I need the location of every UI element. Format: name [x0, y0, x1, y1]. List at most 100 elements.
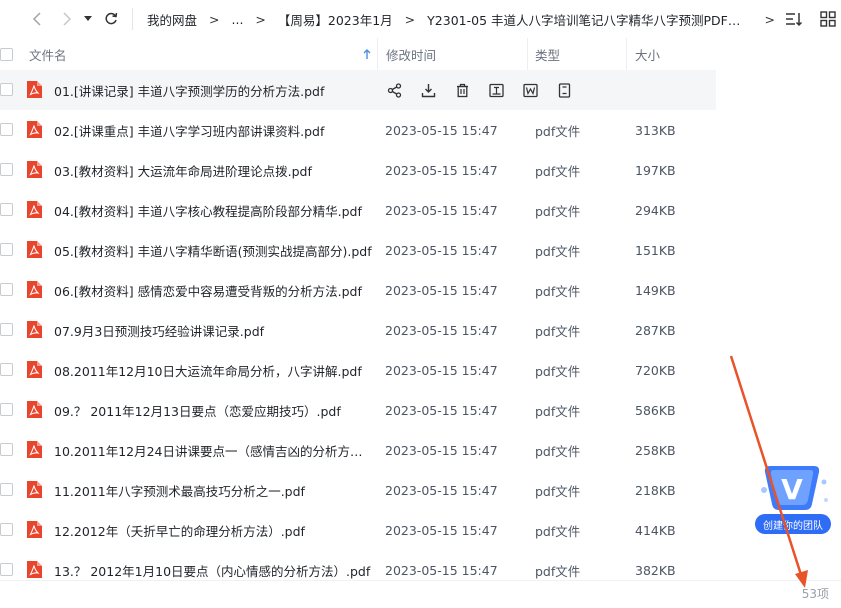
file-name[interactable]: 13.？ 2012年1月10日要点（内心情感的分析方法）.pdf — [54, 561, 372, 580]
file-size: 149KB — [635, 282, 676, 298]
file-size: 313KB — [635, 122, 676, 138]
row-checkbox[interactable] — [0, 323, 13, 336]
download-button[interactable] — [419, 81, 437, 99]
file-size: 258KB — [635, 442, 676, 458]
breadcrumb-item-folder[interactable]: 【周易】2023年1月 — [278, 10, 393, 29]
share-icon — [387, 82, 401, 98]
row-checkbox[interactable] — [0, 83, 13, 96]
refresh-button[interactable] — [98, 6, 124, 32]
row-checkbox[interactable] — [0, 243, 13, 256]
pdf-file-icon — [27, 201, 42, 218]
file-row[interactable]: 02.[讲课重点] 丰道八字学习班内部讲课资料.pdf 2023-05-15 1… — [0, 110, 841, 150]
file-row[interactable]: 03.[教材资料] 大运流年命局进阶理论点拨.pdf 2023-05-15 15… — [0, 150, 841, 190]
delete-button[interactable] — [453, 81, 471, 99]
trash-icon — [456, 83, 468, 97]
file-size: 382KB — [635, 562, 676, 578]
file-type: pdf文件 — [535, 203, 581, 219]
row-checkbox[interactable] — [0, 283, 13, 296]
file-row[interactable]: 07.9月3日预测技巧经验讲课记录.pdf 2023-05-15 15:47 p… — [0, 310, 841, 350]
file-name[interactable]: 09.？ 2011年12月13日要点（恋爱应期技巧）.pdf — [54, 401, 372, 420]
file-name[interactable]: 05.[教材资料] 丰道八字精华断语(预测实战提高部分).pdf — [54, 241, 372, 260]
file-size: 197KB — [635, 162, 676, 178]
chevron-right-icon — [63, 12, 72, 26]
convert-to-word-button[interactable] — [521, 81, 539, 99]
file-row[interactable]: 11.2011年八字预测术最高技巧分析之一.pdf 2023-05-15 15:… — [0, 470, 841, 510]
breadcrumb-item-collapsed[interactable]: ... — [232, 12, 244, 27]
breadcrumb-separator: > — [255, 11, 266, 27]
file-name[interactable]: 12.2012年（夭折早亡的命理分析方法）.pdf — [54, 521, 372, 540]
download-icon — [421, 83, 435, 97]
breadcrumb-item-current[interactable]: Y2301-05 丰道人八字培训笔记八字精华八字预测PDF版本（九鼎易学）... — [427, 10, 752, 29]
row-checkbox[interactable] — [0, 523, 13, 536]
breadcrumb-separator: > — [404, 11, 416, 27]
row-checkbox[interactable] — [0, 443, 13, 456]
sort-ascending-icon — [363, 48, 371, 59]
grid-view-button[interactable] — [815, 8, 841, 30]
row-checkbox[interactable] — [0, 163, 13, 176]
pdf-file-icon — [27, 241, 42, 258]
refresh-icon — [105, 12, 118, 25]
pdf-file-icon — [27, 441, 42, 458]
select-all-checkbox[interactable] — [0, 48, 13, 61]
footer-divider — [0, 580, 841, 581]
file-name[interactable]: 08.2011年12月10日大运流年命局分析，八字讲解.pdf — [54, 361, 372, 380]
file-name[interactable]: 11.2011年八字预测术最高技巧分析之一.pdf — [54, 481, 372, 500]
file-row[interactable]: 09.？ 2011年12月13日要点（恋爱应期技巧）.pdf 2023-05-1… — [0, 390, 841, 430]
file-row[interactable]: 04.[教材资料] 丰道八字核心教程提高阶段部分精华.pdf 2023-05-1… — [0, 190, 841, 230]
file-name[interactable]: 01.[讲课记录] 丰道八字预测学历的分析方法.pdf — [54, 81, 372, 100]
file-row[interactable]: 05.[教材资料] 丰道八字精华断语(预测实战提高部分).pdf 2023-05… — [0, 230, 841, 270]
file-name[interactable]: 04.[教材资料] 丰道八字核心教程提高阶段部分精华.pdf — [54, 201, 372, 220]
file-modified-time: 2023-05-15 15:47 — [385, 482, 498, 498]
file-name[interactable]: 02.[讲课重点] 丰道八字学习班内部讲课资料.pdf — [54, 121, 372, 140]
more-tools-button[interactable] — [555, 81, 573, 99]
row-checkbox[interactable] — [0, 203, 13, 216]
column-header-name[interactable]: 文件名 — [29, 38, 378, 70]
file-name[interactable]: 10.2011年12月24日讲课要点一（感情吉凶的分析方法）.pdf — [54, 441, 372, 460]
back-button[interactable] — [24, 6, 50, 32]
breadcrumb: 我的网盘 > ... > 【周易】2023年1月 > Y2301-05 丰道人八… — [147, 10, 787, 29]
pdf-file-icon — [27, 121, 42, 138]
history-dropdown-button[interactable] — [80, 6, 96, 32]
row-checkbox[interactable] — [0, 363, 13, 376]
sort-button[interactable] — [781, 8, 807, 30]
column-header-time[interactable]: 修改时间 — [378, 38, 528, 70]
file-modified-time: 2023-05-15 15:47 — [385, 442, 498, 458]
column-header-size-label: 大小 — [635, 47, 661, 63]
chevron-left-icon — [32, 12, 41, 26]
file-modified-time: 2023-05-15 15:47 — [385, 282, 498, 298]
breadcrumb-item-root[interactable]: 我的网盘 — [147, 10, 197, 29]
pdf-file-icon — [27, 321, 42, 338]
share-button[interactable] — [385, 81, 403, 99]
file-row[interactable]: 13.？ 2012年1月10日要点（内心情感的分析方法）.pdf 2023-05… — [0, 550, 841, 590]
file-size: 294KB — [635, 202, 676, 218]
row-checkbox[interactable] — [0, 403, 13, 416]
file-size: 287KB — [635, 322, 676, 338]
file-row[interactable]: 08.2011年12月10日大运流年命局分析，八字讲解.pdf 2023-05-… — [0, 350, 841, 390]
file-name[interactable]: 03.[教材资料] 大运流年命局进阶理论点拨.pdf — [54, 161, 372, 180]
file-type: pdf文件 — [535, 563, 581, 579]
row-checkbox[interactable] — [0, 123, 13, 136]
row-checkbox[interactable] — [0, 483, 13, 496]
pdf-file-icon — [27, 561, 42, 578]
file-type: pdf文件 — [535, 123, 581, 139]
column-header-name-label: 文件名 — [29, 47, 67, 63]
team-promo-label[interactable]: 创建你的团队 — [755, 514, 831, 534]
column-header-size[interactable]: 大小 — [627, 38, 715, 70]
forward-button[interactable] — [54, 6, 80, 32]
file-modified-time: 2023-05-15 15:47 — [385, 202, 498, 218]
toolbar: 我的网盘 > ... > 【周易】2023年1月 > Y2301-05 丰道人八… — [0, 0, 841, 38]
file-modified-time: 2023-05-15 15:47 — [385, 562, 498, 578]
column-header-type[interactable]: 类型 — [528, 38, 627, 70]
file-list: 01.[讲课记录] 丰道八字预测学历的分析方法.pdf 02.[讲课重点] 丰道… — [0, 70, 841, 590]
file-name[interactable]: 06.[教材资料] 感情恋爱中容易遭受背叛的分析方法.pdf — [54, 281, 372, 300]
text-extract-button[interactable] — [487, 81, 505, 99]
breadcrumb-separator: > — [209, 11, 220, 27]
file-row[interactable]: 01.[讲课记录] 丰道八字预测学历的分析方法.pdf — [0, 70, 716, 110]
file-row[interactable]: 06.[教材资料] 感情恋爱中容易遭受背叛的分析方法.pdf 2023-05-1… — [0, 270, 841, 310]
pdf-file-icon — [27, 361, 42, 378]
file-modified-time: 2023-05-15 15:47 — [385, 162, 498, 178]
file-name[interactable]: 07.9月3日预测技巧经验讲课记录.pdf — [54, 321, 372, 340]
file-row[interactable]: 12.2012年（夭折早亡的命理分析方法）.pdf 2023-05-15 15:… — [0, 510, 841, 550]
row-checkbox[interactable] — [0, 563, 13, 576]
file-row[interactable]: 10.2011年12月24日讲课要点一（感情吉凶的分析方法）.pdf 2023-… — [0, 430, 841, 470]
